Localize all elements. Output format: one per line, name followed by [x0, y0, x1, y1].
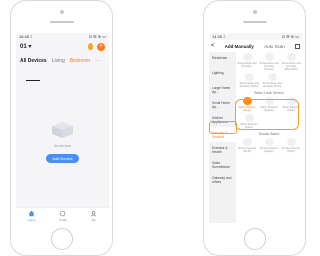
- status-bar: 16:45 ☾ ⊡ ☰ ≋ ▭: [16, 33, 109, 40]
- add-device-header: < Add Manually Auto Scan: [209, 40, 302, 52]
- add-device-screen: 14:35 ☾ ⊡ ☰ ≋ ▭ < Add Manually Auto Scan…: [209, 33, 302, 223]
- device-tile-label: Temperature and Humidity (Wi-Fi): [262, 82, 282, 88]
- status-icons: ⊡ ☰ ≋ ▭: [88, 34, 106, 39]
- home-icon: [28, 210, 35, 217]
- camera-dot: [253, 10, 257, 14]
- device-tile[interactable]: Temperature and Humidity (Zigbee): [259, 53, 279, 71]
- nav-home[interactable]: Home: [28, 210, 36, 222]
- category-item[interactable]: Electrician: [209, 52, 236, 67]
- category-item[interactable]: Lighting: [209, 67, 236, 82]
- section-heading-water-leak: Water Leak Sensor: [254, 91, 284, 95]
- more-tabs-icon[interactable]: ···: [95, 58, 100, 64]
- smoke-alarm-icon: [264, 138, 274, 146]
- device-tile[interactable]: Temperature and Humidity...: [237, 53, 257, 71]
- category-item[interactable]: Video Surveillance: [209, 157, 236, 172]
- device-items: Temperature and Humidity... Temperature …: [235, 52, 302, 223]
- device-tile[interactable]: Smoke Detector (Other): [281, 138, 301, 153]
- device-tile-label: Smoke Detector (Zigbee): [259, 147, 279, 153]
- tab-bedroom[interactable]: Bedroom: [70, 58, 90, 64]
- bottom-nav: Home Smart Me: [16, 207, 109, 223]
- status-icons: ⊡ ☰ ≋ ▭: [281, 34, 299, 39]
- device-row: Smoke Detector (Wi-Fi) Smoke Detector (Z…: [236, 137, 302, 154]
- device-tile[interactable]: Smoke Detector (Zigbee): [259, 138, 279, 153]
- room-tabs: All Devices Living Bedroom ···: [16, 53, 109, 66]
- water-leak-highlight: [235, 99, 299, 130]
- smart-icon: [60, 210, 66, 217]
- camera-dot: [60, 10, 64, 14]
- speaker: [50, 21, 74, 23]
- nav-me[interactable]: Me: [90, 210, 97, 222]
- device-row: Temperature and Humidity... Temperature …: [236, 52, 302, 72]
- energy-icon[interactable]: [88, 43, 93, 50]
- tab-indicator: [26, 80, 40, 81]
- category-item[interactable]: Large Home Ap...: [209, 82, 236, 97]
- category-list: Electrician Lighting Large Home Ap... Sm…: [209, 52, 236, 223]
- section-heading-smoke: Smoke Alarm: [258, 132, 280, 136]
- home-title-row: 01 ▾ +: [16, 40, 109, 53]
- home-selector[interactable]: 01 ▾: [20, 43, 31, 50]
- smoke-alarm-icon: [242, 138, 252, 146]
- speaker: [243, 21, 267, 23]
- home-button[interactable]: [244, 228, 266, 250]
- device-tile-label: Smoke Detector (Wi-Fi): [237, 147, 257, 153]
- device-tile-label: Smoke Detector (Other): [281, 147, 301, 153]
- nav-smart-label: Smart: [58, 218, 67, 222]
- home-screen: 16:45 ☾ ⊡ ☰ ≋ ▭ 01 ▾ + All Devices Livin…: [16, 33, 109, 223]
- device-tile[interactable]: Temperature and Humidity (Wi-Fi): [262, 73, 282, 88]
- expand-icon[interactable]: [294, 43, 300, 49]
- sensor-icon: [267, 73, 277, 81]
- device-tile-label: Temperature and Humidity (Bluetooth): [281, 62, 301, 71]
- nav-home-label: Home: [27, 218, 36, 222]
- sensor-icon: [242, 53, 252, 61]
- nav-smart[interactable]: Smart: [59, 210, 67, 222]
- back-icon[interactable]: <: [211, 43, 215, 49]
- category-item[interactable]: Exercise & Health: [209, 142, 236, 157]
- device-tile-label: Temperature and Humidity (Wi-Fi): [239, 82, 259, 88]
- empty-state-text: No devices: [53, 144, 72, 148]
- sensor-icon: [264, 53, 274, 61]
- category-item[interactable]: Small Home Ap...: [209, 97, 236, 112]
- sensor-icon: [244, 73, 254, 81]
- device-tile-label: Temperature and Humidity...: [237, 62, 257, 68]
- add-device-button[interactable]: Add Device: [46, 154, 79, 163]
- sensor-icon: [286, 53, 296, 61]
- security-category-highlight: [209, 121, 237, 134]
- device-tile[interactable]: Temperature and Humidity (Bluetooth): [281, 53, 301, 71]
- phone-left: 16:45 ☾ ⊡ ☰ ≋ ▭ 01 ▾ + All Devices Livin…: [10, 0, 113, 256]
- device-tile[interactable]: Smoke Detector (Wi-Fi): [237, 138, 257, 153]
- device-tile[interactable]: Temperature and Humidity (Wi-Fi): [239, 73, 259, 88]
- tab-add-manually[interactable]: Add Manually: [225, 44, 254, 49]
- tab-living[interactable]: Living: [52, 58, 65, 64]
- phone-right: 14:35 ☾ ⊡ ☰ ≋ ▭ < Add Manually Auto Scan…: [203, 0, 306, 256]
- header-icons: +: [88, 42, 105, 51]
- device-catalog: Electrician Lighting Large Home Ap... Sm…: [209, 52, 302, 223]
- status-time: 14:35 ☾: [212, 34, 227, 39]
- category-item[interactable]: Gateway and others: [209, 172, 236, 187]
- home-button[interactable]: [51, 228, 73, 250]
- smoke-alarm-icon: [286, 138, 296, 146]
- status-time: 16:45 ☾: [19, 34, 34, 39]
- device-row: Temperature and Humidity (Wi-Fi) Tempera…: [236, 72, 302, 89]
- device-tile-label: Temperature and Humidity (Zigbee): [259, 62, 279, 71]
- tab-all-devices[interactable]: All Devices: [20, 58, 47, 64]
- status-bar: 14:35 ☾ ⊡ ☰ ≋ ▭: [209, 33, 302, 40]
- empty-box-icon: [52, 122, 73, 138]
- add-icon[interactable]: +: [97, 42, 105, 51]
- tab-auto-scan[interactable]: Auto Scan: [264, 44, 285, 49]
- nav-me-label: Me: [91, 218, 96, 222]
- profile-icon: [91, 211, 97, 217]
